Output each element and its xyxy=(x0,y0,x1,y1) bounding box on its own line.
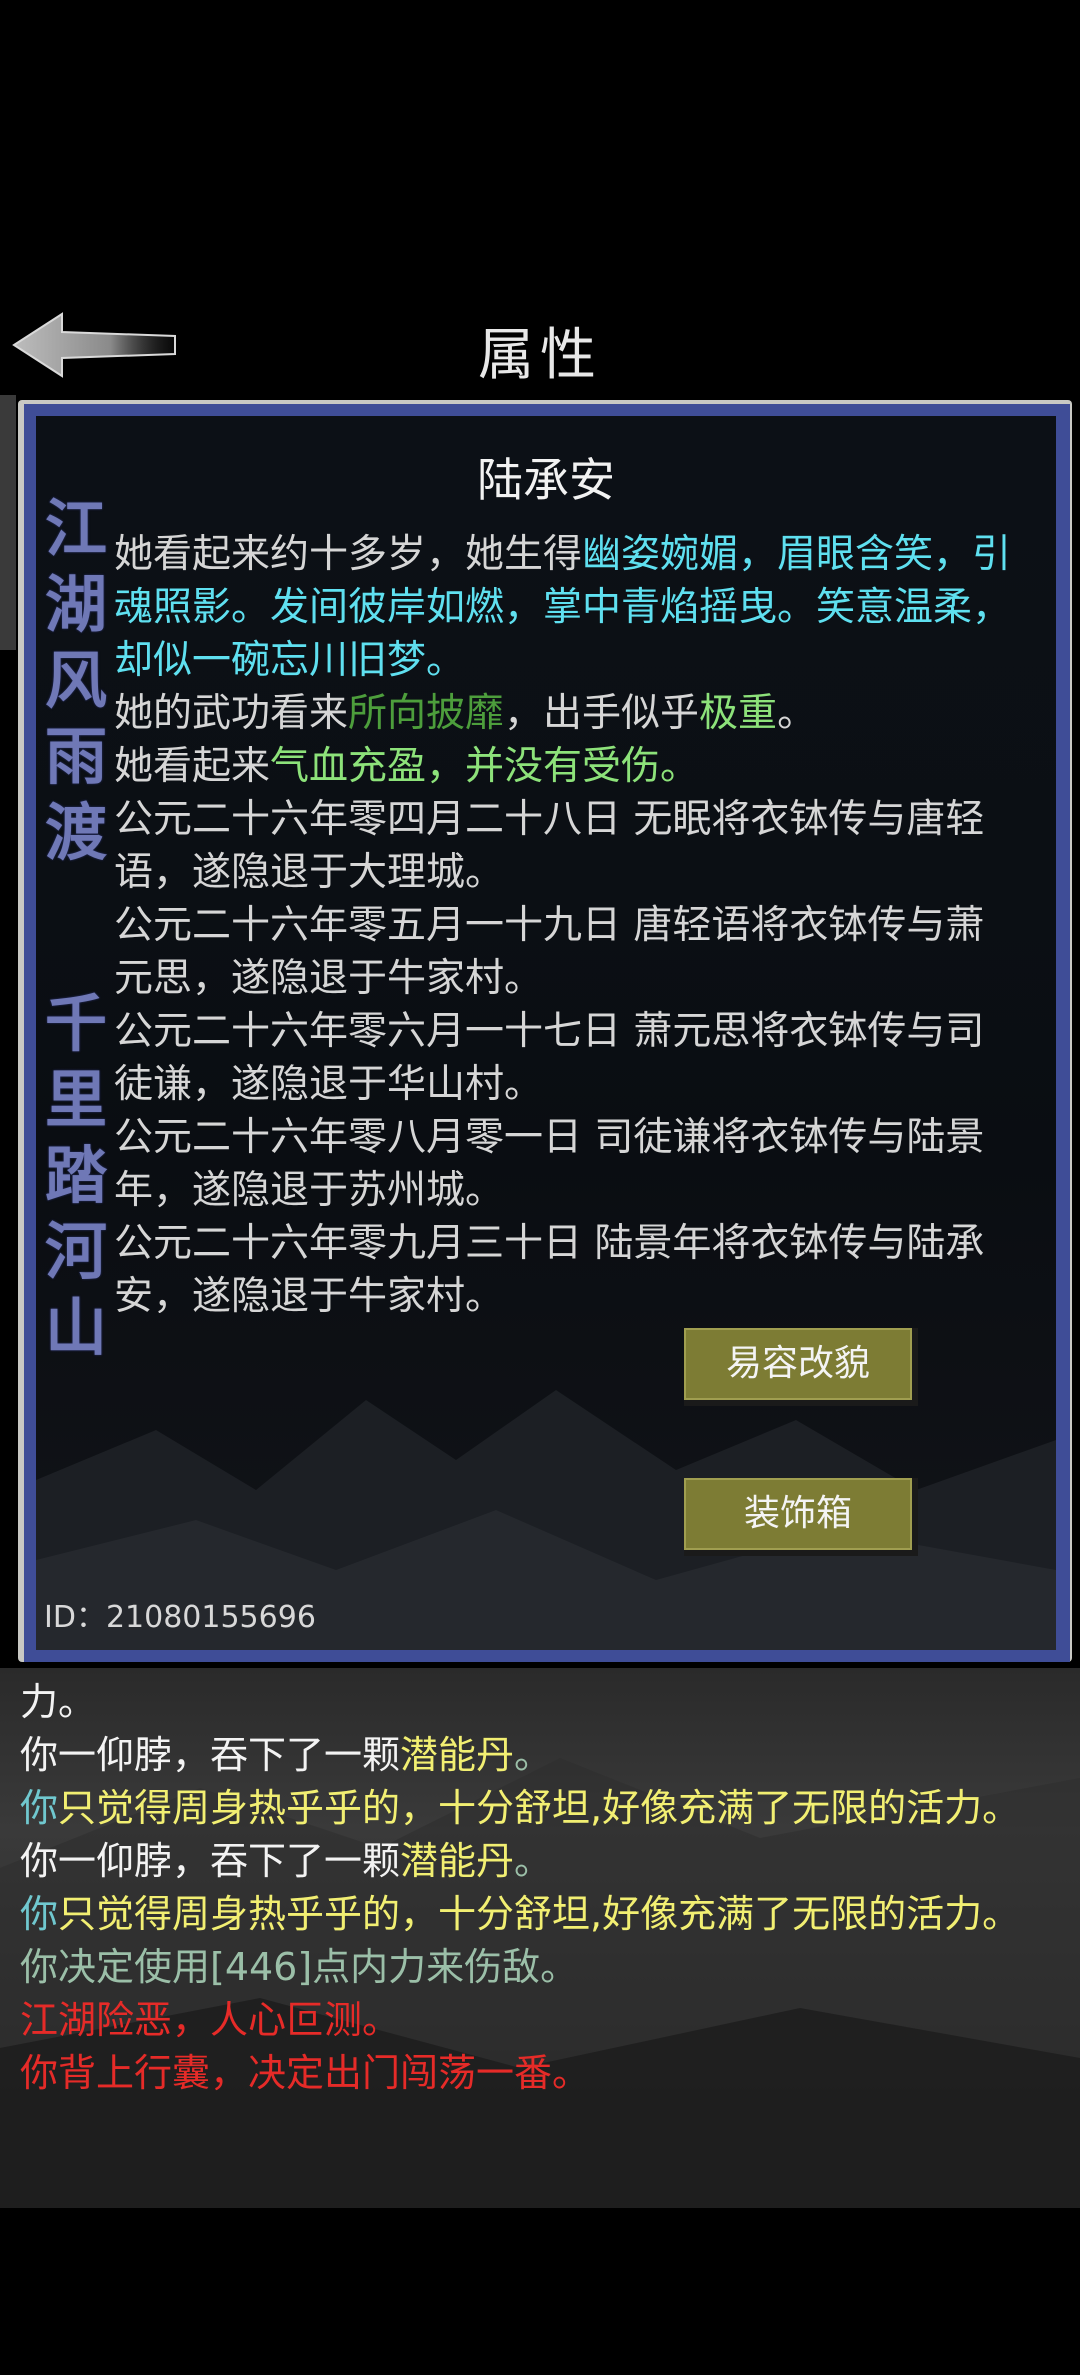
history-entry: 公元二十六年零八月零一日 司徒谦将衣钵传与陆景年，遂隐退于苏州城。 xyxy=(114,1115,985,1213)
calligraphy-char: 湖 xyxy=(44,568,107,641)
header-bar: 属性 xyxy=(0,290,1080,395)
calligraphy-char: 河 xyxy=(44,1215,107,1288)
bottom-area xyxy=(0,2208,1080,2375)
log-line: 你只觉得周身热乎乎的，十分舒坦,好像充满了无限的活力。 xyxy=(20,1786,1021,1830)
log-line: 你只觉得周身热乎乎的，十分舒坦,好像充满了无限的活力。 xyxy=(20,1892,1021,1936)
calligraphy-char: 山 xyxy=(44,1291,107,1364)
calligraphy-char: 江 xyxy=(44,492,107,565)
log-line: 江湖险恶，人心叵测。 xyxy=(20,1998,401,2042)
history-entry: 公元二十六年零九月三十日 陆景年将衣钵传与陆承安，遂隐退于牛家村。 xyxy=(114,1221,985,1313)
page-title: 属性 xyxy=(478,323,602,388)
martial-text: 她的武功看来所向披靡，出手似乎极重。 xyxy=(114,691,817,736)
history-entry: 公元二十六年零六月一十七日 萧元思将衣钵传与司徒谦，遂隐退于华山村。 xyxy=(114,1009,985,1107)
attributes-panel: 陆承安 江 湖 风 雨 渡 千 里 踏 河 山 她看起来约十多岁，她生得幽姿婉媚… xyxy=(36,416,1056,1650)
calligraphy-char: 里 xyxy=(44,1063,107,1136)
log-line: 你决定使用[446]点内力来伤敌。 xyxy=(20,1945,579,1989)
calligraphy-char: 踏 xyxy=(44,1139,107,1212)
log-line: 力。 xyxy=(20,1680,97,1724)
history-entry: 公元二十六年零四月二十八日 无眠将衣钵传与唐轻语，遂隐退于大理城。 xyxy=(114,797,985,895)
health-text: 她看起来气血充盈，并没有受伤。 xyxy=(114,744,700,789)
calligraphy-char: 千 xyxy=(44,987,107,1060)
log-line: 你背上行囊，决定出门闯荡一番。 xyxy=(20,2051,591,2095)
appearance-text: 她看起来约十多岁，她生得幽姿婉媚，眉眼含笑，引魂照影。发间彼岸如燃，掌中青焰摇曳… xyxy=(114,532,1012,683)
calligraphy-char: 雨 xyxy=(44,720,107,793)
log-lines: 力。 你一仰脖，吞下了一颗潜能丹。 你只觉得周身热乎乎的，十分舒坦,好像充满了无… xyxy=(20,1676,1065,2100)
message-log[interactable]: 力。 你一仰脖，吞下了一颗潜能丹。 你只觉得周身热乎乎的，十分舒坦,好像充满了无… xyxy=(0,1668,1080,2208)
calligraphy-char: 风 xyxy=(44,644,107,717)
disguise-button[interactable]: 易容改貌 xyxy=(684,1328,918,1406)
calligraphy-top: 江 湖 风 雨 渡 xyxy=(36,491,116,871)
log-line: 你一仰脖，吞下了一颗潜能丹。 xyxy=(20,1839,553,1883)
decoration-box-button[interactable]: 装饰箱 xyxy=(684,1478,918,1556)
character-description[interactable]: 她看起来约十多岁，她生得幽姿婉媚，眉眼含笑，引魂照影。发间彼岸如燃，掌中青焰摇曳… xyxy=(114,528,1014,1313)
character-name: 陆承安 xyxy=(477,453,615,507)
player-id: ID：21080155696 xyxy=(44,1600,316,1635)
history-entry: 公元二十六年零五月一十九日 唐轻语将衣钵传与萧元思，遂隐退于牛家村。 xyxy=(114,903,985,1001)
calligraphy-bottom: 千 里 踏 河 山 xyxy=(36,986,116,1366)
log-line: 你一仰脖，吞下了一颗潜能丹。 xyxy=(20,1733,553,1777)
calligraphy-char: 渡 xyxy=(44,796,107,869)
